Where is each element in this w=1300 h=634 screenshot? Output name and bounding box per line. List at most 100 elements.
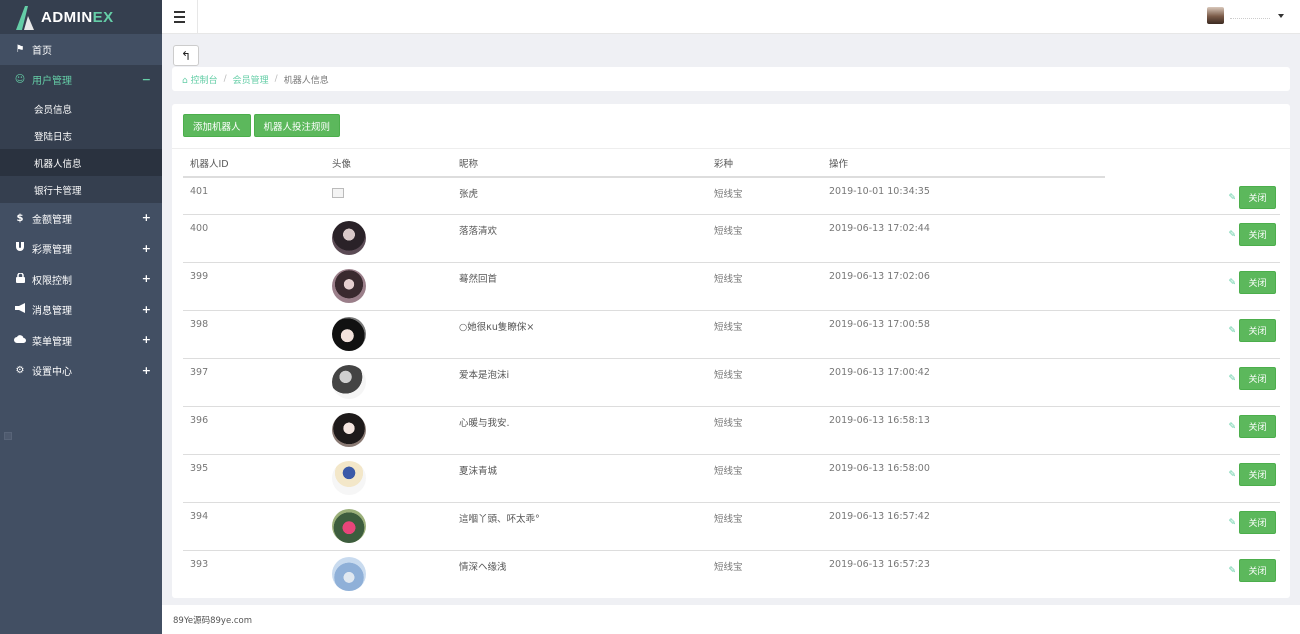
close-button[interactable]: 关闭 xyxy=(1239,558,1276,582)
robot-id: 395 xyxy=(183,453,325,502)
expand-icon[interactable]: + xyxy=(142,303,151,316)
avatar-cell xyxy=(325,309,452,358)
actions-cell: ✎ 关闭 xyxy=(1105,309,1280,358)
table-row: 398 ○她很κu隻瞭俕× 短线宝 2019-06-13 17:00:58 ✎ 关闭 xyxy=(183,309,1280,358)
edit-icon[interactable]: ✎ xyxy=(1228,326,1236,336)
robot-id: 396 xyxy=(183,405,325,454)
expand-icon[interactable]: + xyxy=(142,272,151,285)
lottery-type: 短线宝 xyxy=(707,357,822,406)
table-row: 401 张虎 短线宝 2019-10-01 10:34:35 ✎ 关闭 xyxy=(183,176,1280,214)
column-header: 操作 xyxy=(822,149,1105,178)
sidebar-item-messages[interactable]: 消息管理 + xyxy=(0,295,162,326)
robot-table: 机器人ID 头像 昵称 彩种 操作 401 张虎 短线宝 2019-10-01 10:… xyxy=(183,149,1280,598)
edit-icon[interactable]: ✎ xyxy=(1228,230,1236,240)
avatar xyxy=(332,364,366,399)
dollar-icon: $ xyxy=(16,212,24,224)
flag-icon: ⚑ xyxy=(15,43,25,55)
table-row: 397 爱本是泡沫i 短线宝 2019-06-13 17:00:42 ✎ 关闭 xyxy=(183,357,1280,406)
table-header-row: 机器人ID 头像 昵称 彩种 操作 xyxy=(183,149,1280,178)
breadcrumb-section[interactable]: 会员管理 xyxy=(233,73,269,86)
sidebar-subitem-robot-info[interactable]: 机器人信息 xyxy=(0,149,162,176)
user-menu[interactable] xyxy=(1207,7,1284,24)
back-button[interactable]: ↰ xyxy=(173,45,199,66)
actions-cell: ✎ 关闭 xyxy=(1105,213,1280,262)
edit-icon[interactable]: ✎ xyxy=(1228,278,1236,288)
breadcrumb-current: 机器人信息 xyxy=(283,75,329,86)
edit-icon[interactable]: ✎ xyxy=(1228,566,1236,576)
close-button[interactable]: 关闭 xyxy=(1239,366,1276,390)
sidebar-item-user-management[interactable]: ☺ 用户管理 − xyxy=(0,64,162,95)
robot-nickname: 落落清欢 xyxy=(452,213,707,262)
lottery-type: 短线宝 xyxy=(707,405,822,454)
edit-icon[interactable]: ✎ xyxy=(1228,518,1236,528)
actions-cell: ✎ 关闭 xyxy=(1105,261,1280,310)
expand-icon[interactable]: + xyxy=(142,333,151,346)
actions-cell: ✎ 关闭 xyxy=(1105,453,1280,502)
smile-icon: ☺ xyxy=(14,74,26,86)
edit-icon[interactable]: ✎ xyxy=(1228,422,1236,432)
actions-cell: ✎ 关闭 xyxy=(1105,549,1280,598)
top-header xyxy=(162,0,1300,34)
edit-icon[interactable]: ✎ xyxy=(1228,193,1236,203)
lottery-type: 短线宝 xyxy=(707,213,822,262)
close-button[interactable]: 关闭 xyxy=(1239,270,1276,294)
breadcrumb-home[interactable]: ⌂ 控制台 xyxy=(182,73,218,86)
sidebar-item-permissions[interactable]: 权限控制 + xyxy=(0,264,162,295)
avatar xyxy=(332,460,366,495)
sidebar-subitem-bank-card[interactable]: 银行卡管理 xyxy=(0,176,162,203)
edit-icon[interactable]: ✎ xyxy=(1228,470,1236,480)
column-header: 彩种 xyxy=(707,149,822,178)
sidebar-toggle[interactable] xyxy=(4,432,12,440)
lottery-type: 短线宝 xyxy=(707,549,822,598)
hamburger-icon[interactable] xyxy=(162,0,198,34)
table-row: 394 這嗰丫頭、吥太乖° 短线宝 2019-06-13 16:57:42 ✎ 关闭 xyxy=(183,501,1280,550)
close-button[interactable]: 关闭 xyxy=(1239,222,1276,246)
reply-icon: ↰ xyxy=(180,48,192,63)
created-time: 2019-06-13 17:02:06 xyxy=(822,261,1105,310)
lottery-type: 短线宝 xyxy=(707,176,822,214)
actions-cell: ✎ 关闭 xyxy=(1105,405,1280,454)
expand-icon[interactable]: + xyxy=(142,364,151,377)
sidebar-item-settings[interactable]: ⚙ 设置中心 + xyxy=(0,356,162,387)
close-button[interactable]: 关闭 xyxy=(1239,186,1276,209)
add-robot-button[interactable]: 添加机器人 xyxy=(183,114,251,137)
created-time: 2019-10-01 10:34:35 xyxy=(822,176,1105,214)
close-button[interactable]: 关闭 xyxy=(1239,462,1276,486)
sidebar-subitem-login-log[interactable]: 登陆日志 xyxy=(0,122,162,149)
created-time: 2019-06-13 16:58:00 xyxy=(822,453,1105,502)
robot-nickname: 张虎 xyxy=(452,176,707,214)
expand-icon[interactable]: + xyxy=(142,211,151,224)
avatar-cell xyxy=(325,549,452,598)
brand-name-part1: ADMIN xyxy=(41,8,93,26)
expand-icon[interactable]: + xyxy=(142,242,151,255)
avatar xyxy=(332,412,366,447)
logo-mark-icon xyxy=(14,4,36,30)
avatar xyxy=(332,316,366,351)
avatar-cell xyxy=(325,176,452,214)
edit-icon[interactable]: ✎ xyxy=(1228,374,1236,384)
close-button[interactable]: 关闭 xyxy=(1239,414,1276,438)
robot-id: 397 xyxy=(183,357,325,406)
robot-nickname: 心暖与我安. xyxy=(452,405,707,454)
robot-bet-rules-button[interactable]: 机器人投注规则 xyxy=(253,114,341,137)
close-button[interactable]: 关闭 xyxy=(1239,510,1276,534)
logo[interactable]: ADMINEX xyxy=(0,0,162,34)
sidebar-item-lottery[interactable]: 彩票管理 + xyxy=(0,234,162,265)
sidebar: ADMINEX ⚑ 首页 ☺ 用户管理 − 会员信息 登陆日志 机器人信息 银行… xyxy=(0,0,162,634)
sidebar-submenu: 会员信息 登陆日志 机器人信息 银行卡管理 xyxy=(0,95,162,203)
column-header: 机器人ID xyxy=(183,149,325,178)
column-header: 昵称 xyxy=(452,149,707,178)
sidebar-item-home[interactable]: ⚑ 首页 xyxy=(0,34,162,65)
robot-nickname: ○她很κu隻瞭俕× xyxy=(452,309,707,358)
lottery-type: 短线宝 xyxy=(707,501,822,550)
user-name-blurred xyxy=(1230,13,1270,19)
collapse-icon[interactable]: − xyxy=(142,73,151,86)
avatar xyxy=(332,508,366,543)
sidebar-item-label: 设置中心 xyxy=(32,367,72,379)
sidebar-subitem-member-info[interactable]: 会员信息 xyxy=(0,95,162,122)
close-button[interactable]: 关闭 xyxy=(1239,318,1276,342)
avatar xyxy=(332,556,366,591)
bullhorn-icon xyxy=(14,303,26,316)
sidebar-item-menus[interactable]: 菜单管理 + xyxy=(0,325,162,356)
sidebar-item-funds[interactable]: $ 金额管理 + xyxy=(0,203,162,234)
